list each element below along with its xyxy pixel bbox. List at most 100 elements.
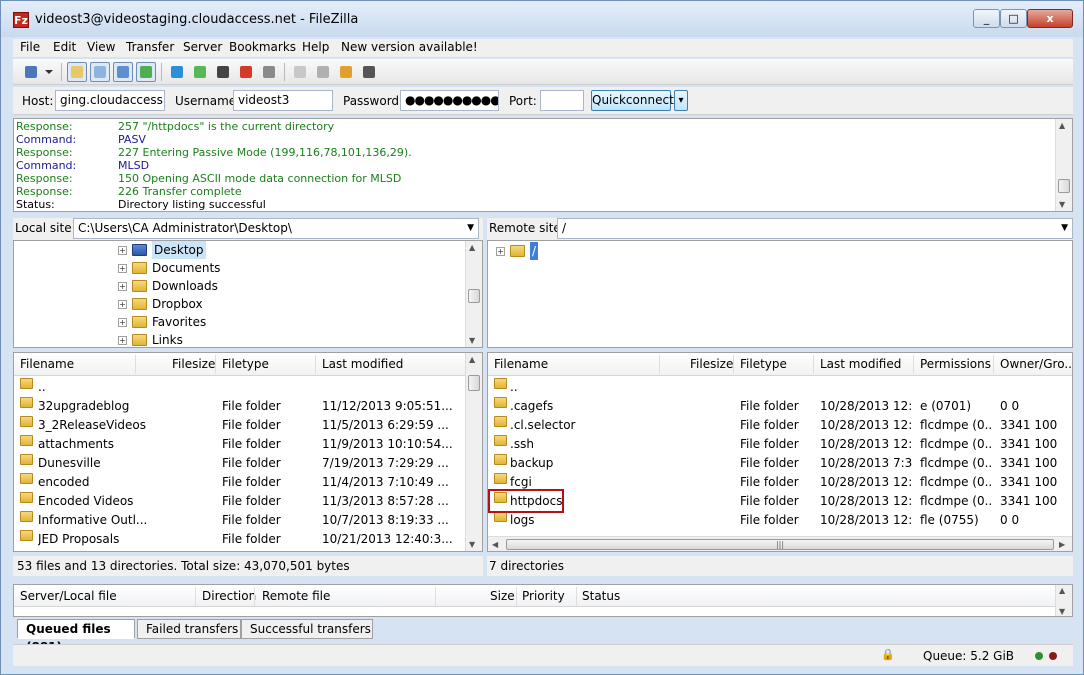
chevron-down-icon[interactable]: ▼ xyxy=(467,219,474,238)
site-manager-dropdown-icon[interactable] xyxy=(41,62,55,82)
file-row[interactable]: backup File folder 10/28/2013 7:3... flcdmp… xyxy=(488,454,1072,473)
toggle-compare-icon[interactable] xyxy=(313,62,333,82)
close-button[interactable]: x xyxy=(1027,9,1073,28)
local-tree-item[interactable]: + Desktop xyxy=(118,241,368,259)
file-row[interactable]: .ssh File folder 10/28/2013 12:... flcdmpe … xyxy=(488,435,1072,454)
scroll-thumb[interactable] xyxy=(1058,179,1070,193)
queue-scrollbar[interactable]: ▲ ▼ xyxy=(1055,585,1072,616)
toggle-log-icon[interactable] xyxy=(67,62,87,82)
file-row[interactable]: 32upgradeblog File folder 11/12/2013 9:05:… xyxy=(14,397,482,416)
col-owner-group[interactable]: Owner/Gro... xyxy=(1000,357,1072,371)
file-row[interactable]: Encoded Videos File folder 11/3/2013 8:57:… xyxy=(14,492,482,511)
password-input[interactable]: ●●●●●●●●●● xyxy=(400,90,499,111)
file-row[interactable]: encoded File folder 11/4/2013 7:10:49 ... xyxy=(14,473,482,492)
col-server-local-file[interactable]: Server/Local file xyxy=(20,589,117,603)
scroll-down-icon[interactable]: ▼ xyxy=(1059,607,1065,616)
col-size[interactable]: Size xyxy=(490,589,515,603)
expand-icon[interactable]: + xyxy=(118,336,127,345)
file-row[interactable]: JED Proposals File folder 10/21/2013 12:40… xyxy=(14,530,482,549)
file-row[interactable]: 3_2ReleaseVideos File folder 11/5/2013 6:2… xyxy=(14,416,482,435)
expand-icon[interactable]: + xyxy=(118,282,127,291)
file-row[interactable]: logs File folder 10/28/2013 12:... fle (075… xyxy=(488,511,1072,530)
log-scrollbar[interactable]: ▲ ▼ xyxy=(1055,119,1072,211)
menu-bookmarks[interactable]: Bookmarks xyxy=(229,40,296,54)
col-filesize[interactable]: Filesize xyxy=(172,357,215,371)
col-priority[interactable]: Priority xyxy=(522,589,565,603)
tab-successful-transfers[interactable]: Successful transfers xyxy=(241,619,373,639)
col-filetype[interactable]: Filetype xyxy=(740,357,787,371)
file-row[interactable]: .. xyxy=(14,378,482,397)
col-filename[interactable]: Filename xyxy=(20,357,74,371)
quickconnect-dropdown-button[interactable]: ▾ xyxy=(674,90,688,111)
local-tree-scrollbar[interactable]: ▲ ▼ xyxy=(465,241,482,347)
menu-file[interactable]: File xyxy=(20,40,40,54)
scroll-left-icon[interactable]: ◀ xyxy=(492,540,498,549)
scroll-down-icon[interactable]: ▼ xyxy=(469,336,475,345)
local-tree-item[interactable]: + Links xyxy=(118,331,368,347)
file-row[interactable]: httpdocsFile folder10/28/2013 12:...flcd… xyxy=(488,492,1072,511)
local-tree-item[interactable]: + Downloads xyxy=(118,277,368,295)
col-filename[interactable]: Filename xyxy=(494,357,548,371)
col-status[interactable]: Status xyxy=(582,589,620,603)
local-tree-item[interactable]: + Favorites xyxy=(118,313,368,331)
file-row[interactable]: fcgiFile folder10/28/2013 12:...flcdmpe … xyxy=(488,473,1072,492)
scroll-right-icon[interactable]: ▶ xyxy=(1059,540,1065,549)
expand-icon[interactable]: + xyxy=(118,264,127,273)
menu-view[interactable]: View xyxy=(87,40,115,54)
scroll-thumb[interactable]: ||| xyxy=(506,539,1054,550)
scroll-up-icon[interactable]: ▲ xyxy=(1059,121,1065,130)
maximize-button[interactable]: □ xyxy=(1000,9,1027,28)
scroll-up-icon[interactable]: ▲ xyxy=(469,243,475,252)
sync-browsing-icon[interactable] xyxy=(336,62,356,82)
scroll-thumb[interactable] xyxy=(468,375,480,391)
scroll-down-icon[interactable]: ▼ xyxy=(469,540,475,549)
refresh-icon[interactable] xyxy=(167,62,187,82)
port-input[interactable] xyxy=(540,90,584,111)
col-last-modified[interactable]: Last modified xyxy=(820,357,901,371)
remote-list-hscrollbar[interactable]: ◀ ||| ▶ xyxy=(488,536,1072,551)
col-direction[interactable]: Direction xyxy=(202,589,256,603)
tab-failed-transfers[interactable]: Failed transfers xyxy=(137,619,241,639)
site-manager-icon[interactable] xyxy=(21,62,41,82)
col-permissions[interactable]: Permissions xyxy=(920,357,991,371)
quickconnect-button[interactable]: Quickconnect xyxy=(591,90,674,111)
scroll-up-icon[interactable]: ▲ xyxy=(1059,586,1065,595)
scroll-down-icon[interactable]: ▼ xyxy=(1059,200,1065,209)
toggle-remote-tree-icon[interactable] xyxy=(113,62,133,82)
filter-icon[interactable] xyxy=(290,62,310,82)
file-row[interactable]: attachments File folder 11/9/2013 10:10:54… xyxy=(14,435,482,454)
col-filetype[interactable]: Filetype xyxy=(222,357,269,371)
remote-path-input[interactable]: / ▼ xyxy=(557,218,1073,239)
local-tree-item[interactable]: + Documents xyxy=(118,259,368,277)
expand-icon[interactable]: + xyxy=(118,318,127,327)
cancel-operation-icon[interactable] xyxy=(213,62,233,82)
process-queue-icon[interactable] xyxy=(190,62,210,82)
search-remote-icon[interactable] xyxy=(359,62,379,82)
local-path-input[interactable]: C:\Users\CA Administrator\Desktop\ ▼ xyxy=(73,218,479,239)
host-input[interactable]: ging.cloudaccess.net xyxy=(55,90,165,111)
file-row[interactable]: .. xyxy=(488,378,1072,397)
scroll-up-icon[interactable]: ▲ xyxy=(469,355,475,364)
minimize-button[interactable]: _ xyxy=(973,9,1000,28)
scroll-thumb[interactable] xyxy=(468,289,480,303)
file-row[interactable]: Dunesville File folder 7/19/2013 7:29:29 .… xyxy=(14,454,482,473)
tab-queued-files[interactable]: Queued files (881) xyxy=(17,619,135,654)
expand-icon[interactable]: + xyxy=(496,247,505,256)
file-row[interactable]: Informative Outl... File folder 10/7/2013 … xyxy=(14,511,482,530)
menu-transfer[interactable]: Transfer xyxy=(126,40,174,54)
toggle-queue-icon[interactable] xyxy=(136,62,156,82)
expand-icon[interactable]: + xyxy=(118,300,127,309)
menu-new-version[interactable]: New version available! xyxy=(341,40,478,54)
local-list-scrollbar[interactable]: ▲ ▼ xyxy=(465,353,482,551)
local-tree-item[interactable]: + Dropbox xyxy=(118,295,368,313)
username-input[interactable]: videost3 xyxy=(233,90,333,111)
remote-tree-root[interactable]: + / xyxy=(496,242,576,260)
menu-edit[interactable]: Edit xyxy=(53,40,76,54)
toggle-local-tree-icon[interactable] xyxy=(90,62,110,82)
menu-server[interactable]: Server xyxy=(183,40,222,54)
menu-help[interactable]: Help xyxy=(302,40,329,54)
file-row[interactable]: .cagefs File folder 10/28/2013 12:... e (07… xyxy=(488,397,1072,416)
reconnect-icon[interactable] xyxy=(259,62,279,82)
col-last-modified[interactable]: Last modified xyxy=(322,357,403,371)
expand-icon[interactable]: + xyxy=(118,246,127,255)
